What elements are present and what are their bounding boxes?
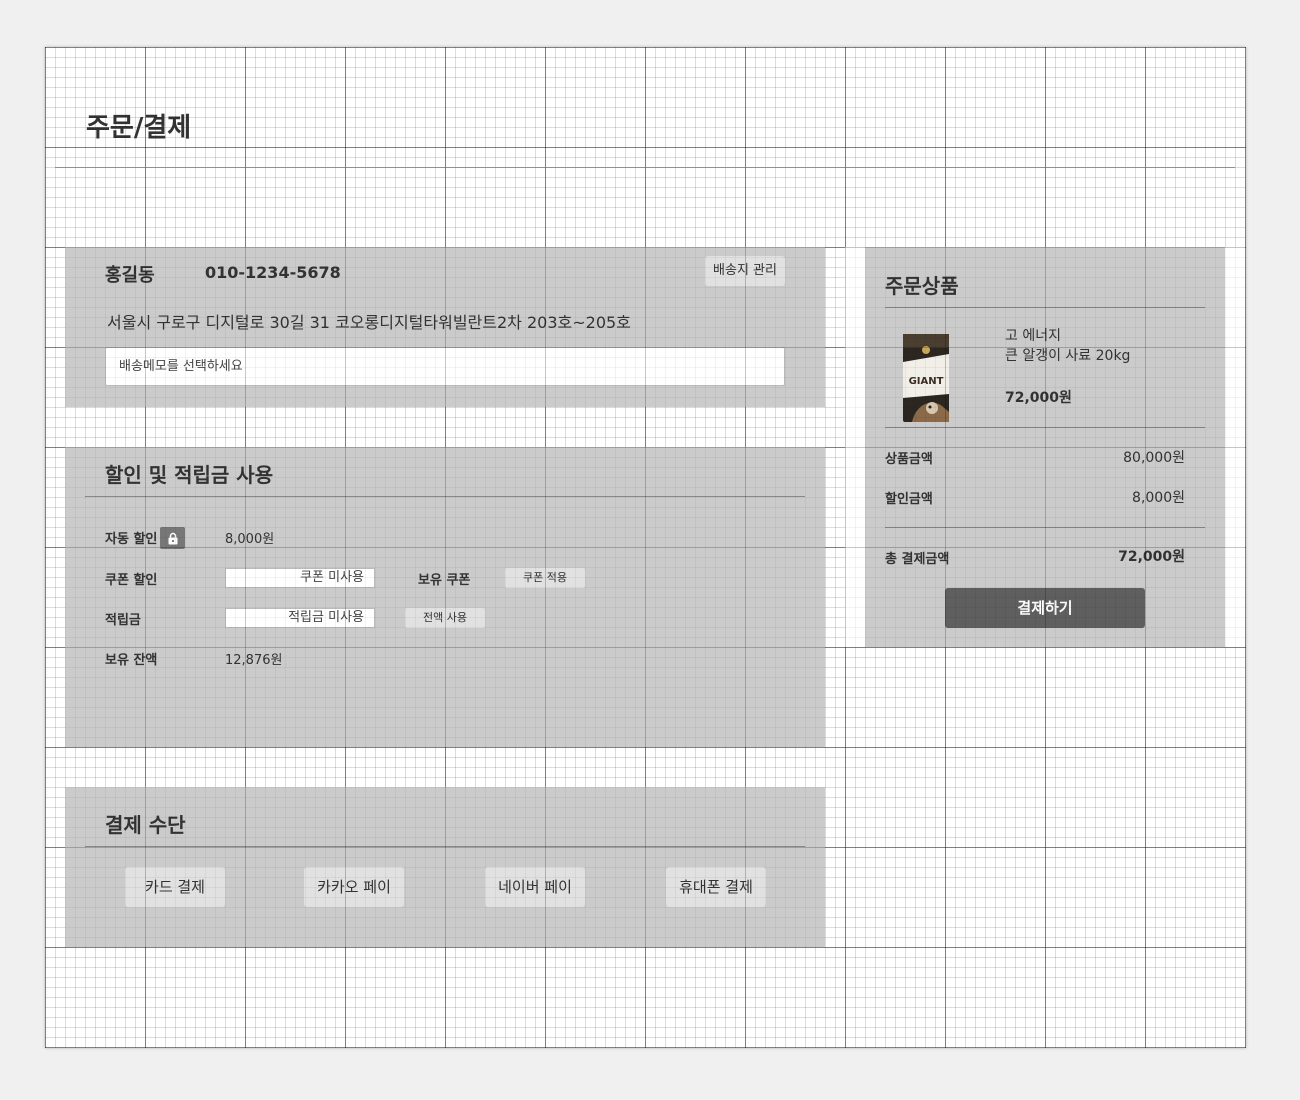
coupon-discount-label: 쿠폰 할인 (105, 573, 158, 588)
lock-icon (160, 527, 185, 549)
balance-label: 보유 잔액 (105, 653, 158, 668)
order-section-title: 주문상품 (885, 274, 959, 298)
auto-discount-label: 자동 할인 (105, 532, 158, 547)
page-canvas: 주문/결제 홍길동 010-1234-5678 배송지 관리 서울시 구로구 디… (45, 47, 1246, 1048)
pay-phone-button[interactable]: 휴대폰 결제 (666, 867, 766, 907)
discount-section-title: 할인 및 적립금 사용 (105, 463, 274, 487)
total-label: 총 결제금액 (885, 552, 950, 567)
subtotal-value: 80,000원 (1123, 450, 1185, 466)
points-field[interactable]: 적립금 미사용 (225, 608, 375, 628)
discount-panel: 할인 및 적립금 사용 자동 할인 8,000원 쿠폰 할인 쿠폰 미사용 보유… (65, 447, 825, 747)
package-label: GIANT (909, 376, 944, 387)
payment-divider (85, 846, 805, 847)
order-divider-top (885, 307, 1205, 308)
product-name: 큰 알갱이 사료 20kg (1005, 348, 1131, 364)
product-price: 72,000원 (1005, 390, 1072, 406)
pay-naver-button[interactable]: 네이버 페이 (485, 867, 585, 907)
page-title: 주문/결제 (86, 113, 192, 143)
shipping-address: 서울시 구로구 디지털로 30길 31 코오롱디지털타워빌란트2차 203호~2… (107, 313, 631, 332)
order-divider-mid (885, 427, 1205, 428)
owned-coupon-label: 보유 쿠폰 (418, 573, 471, 588)
recipient-name: 홍길동 (105, 265, 155, 286)
product-image: GIANT (902, 332, 950, 424)
payment-section-title: 결제 수단 (105, 813, 186, 837)
discount-amount-value: 8,000원 (1132, 490, 1185, 506)
order-summary-panel: 주문상품 GIANT 고 에너지 큰 알갱이 사료 20kg 72,000원 상… (865, 247, 1225, 647)
discount-amount-label: 할인금액 (885, 492, 933, 507)
payment-method-panel: 결제 수단 카드 결제 카카오 페이 네이버 페이 휴대폰 결제 (65, 787, 825, 947)
auto-discount-value: 8,000원 (225, 532, 275, 547)
product-brand: 고 에너지 (1005, 328, 1061, 344)
use-all-points-button[interactable]: 전액 사용 (405, 608, 485, 628)
manage-address-button[interactable]: 배송지 관리 (705, 256, 785, 286)
subtotal-label: 상품금액 (885, 452, 933, 467)
shipping-panel: 홍길동 010-1234-5678 배송지 관리 서울시 구로구 디지털로 30… (65, 247, 825, 407)
recipient-phone: 010-1234-5678 (205, 263, 341, 282)
discount-divider (85, 496, 805, 497)
balance-value: 12,876원 (225, 653, 283, 668)
apply-coupon-button[interactable]: 쿠폰 적용 (505, 568, 585, 588)
pay-card-button[interactable]: 카드 결제 (125, 867, 225, 907)
order-divider-bottom (885, 527, 1205, 528)
delivery-memo-select[interactable]: 배송메모를 선택하세요 (105, 347, 785, 386)
total-value: 72,000원 (1118, 549, 1185, 565)
coupon-discount-field[interactable]: 쿠폰 미사용 (225, 568, 375, 588)
title-divider (55, 167, 1235, 168)
checkout-button[interactable]: 결제하기 (945, 588, 1145, 628)
points-label: 적립금 (105, 613, 141, 628)
pay-kakao-button[interactable]: 카카오 페이 (304, 867, 404, 907)
